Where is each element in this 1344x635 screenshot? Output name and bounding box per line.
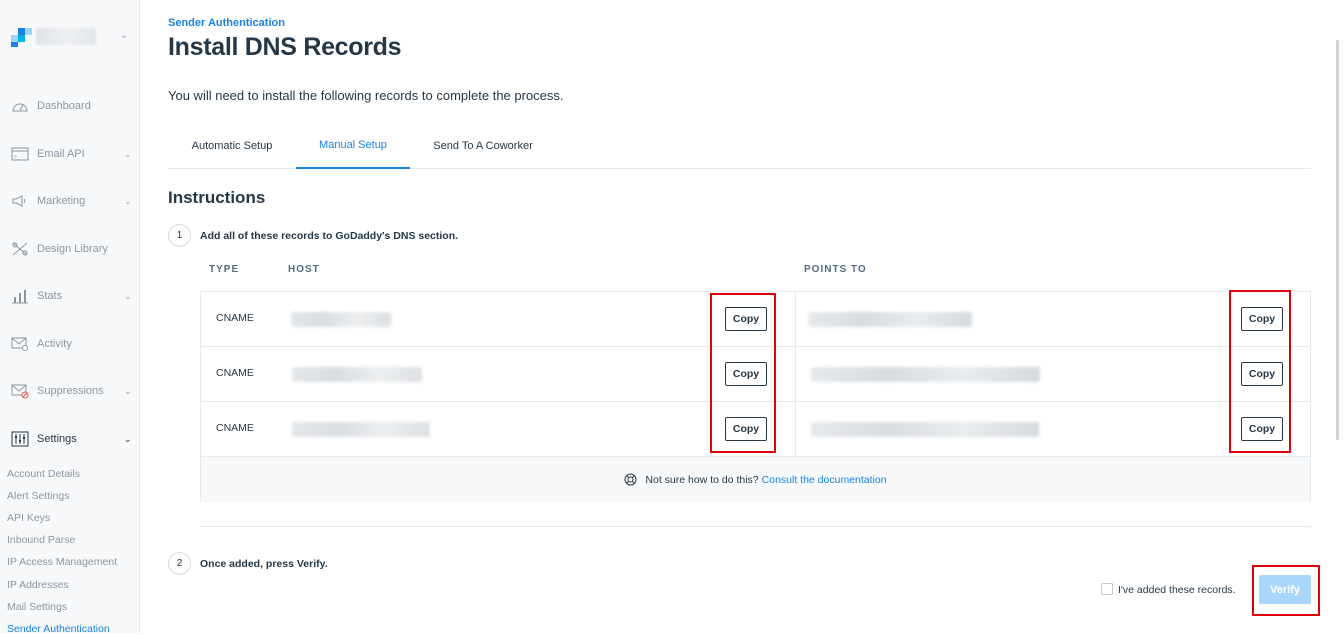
tab-manual-setup[interactable]: Manual Setup <box>296 123 410 169</box>
scrollbar[interactable] <box>1336 40 1339 440</box>
sub-mail-settings[interactable]: Mail Settings <box>7 601 67 613</box>
help-row: Not sure how to do this? Consult the doc… <box>201 457 1310 502</box>
tab-send-to-coworker[interactable]: Send To A Coworker <box>410 123 556 169</box>
points-to-value-redacted <box>808 312 972 327</box>
chevron-down-icon: ⌄ <box>124 148 132 159</box>
section-divider <box>200 526 1311 527</box>
help-text: Not sure how to do this? <box>645 473 759 486</box>
points-to-value-redacted <box>811 422 1039 437</box>
host-value-redacted <box>291 312 391 327</box>
host-value-redacted <box>292 367 422 382</box>
nav-activity-label: Activity <box>37 338 72 350</box>
chevron-down-icon: ⌄ <box>124 433 132 444</box>
column-divider <box>795 402 796 456</box>
nav-settings[interactable]: Settings ⌄ <box>0 424 140 454</box>
design-tools-icon <box>12 242 28 256</box>
step-number: 1 <box>168 224 191 247</box>
sub-alert-settings[interactable]: Alert Settings <box>7 490 69 502</box>
record-type: CNAME <box>216 367 254 379</box>
nav-suppressions-label: Suppressions <box>37 385 104 397</box>
nav-stats[interactable]: Stats ⌄ <box>0 281 140 311</box>
annotation-box <box>710 293 776 453</box>
account-name-redacted[interactable] <box>36 28 96 45</box>
records-added-label[interactable]: I've added these records. <box>1118 584 1236 596</box>
sub-api-keys[interactable]: API Keys <box>7 512 50 524</box>
tab-automatic-setup[interactable]: Automatic Setup <box>168 123 296 169</box>
step-text: Once added, press Verify. <box>200 558 328 570</box>
megaphone-icon <box>12 195 26 207</box>
column-header-host: HOST <box>288 264 320 275</box>
nav-dashboard-label: Dashboard <box>37 100 91 112</box>
svg-text:>_: >_ <box>14 154 21 160</box>
column-divider <box>795 292 796 346</box>
setup-tabs: Automatic Setup Manual Setup Send To A C… <box>168 123 1311 169</box>
nav-activity[interactable]: Activity <box>0 329 140 359</box>
documentation-link[interactable]: Consult the documentation <box>762 474 887 486</box>
chevron-down-icon: ⌄ <box>124 290 132 301</box>
sub-account-details[interactable]: Account Details <box>7 468 80 480</box>
mail-block-icon <box>11 384 29 399</box>
intro-text: You will need to install the following r… <box>168 88 564 103</box>
chevron-down-icon: ⌄ <box>124 195 132 206</box>
step-number: 2 <box>168 552 191 575</box>
account-chevron-icon[interactable]: ⌄ <box>120 30 128 41</box>
sub-ip-access-management[interactable]: IP Access Management <box>7 556 117 568</box>
sliders-icon <box>11 431 29 447</box>
step-text: Add all of these records to GoDaddy's DN… <box>200 230 459 242</box>
sidebar: ⌄ Dashboard >_ Email API ⌄ Marketing ⌄ D… <box>0 0 140 635</box>
sub-sender-authentication[interactable]: Sender Authentication <box>7 623 110 635</box>
nav-marketing-label: Marketing <box>37 195 86 207</box>
gauge-icon <box>12 103 28 112</box>
bar-chart-icon <box>12 290 28 304</box>
record-type: CNAME <box>216 422 254 434</box>
nav-email-api-label: Email API <box>37 148 85 160</box>
breadcrumb[interactable]: Sender Authentication <box>168 17 285 29</box>
code-window-icon: >_ <box>11 147 29 161</box>
nav-email-api[interactable]: >_ Email API ⌄ <box>0 139 140 169</box>
annotation-box <box>1229 290 1291 453</box>
chevron-down-icon: ⌄ <box>124 385 132 396</box>
mail-search-icon <box>11 337 28 351</box>
lifebuoy-icon <box>624 473 637 486</box>
nav-marketing[interactable]: Marketing ⌄ <box>0 186 140 216</box>
nav-design-library-label: Design Library <box>37 243 108 255</box>
nav-settings-label: Settings <box>37 433 77 445</box>
page-title: Install DNS Records <box>168 33 402 61</box>
record-type: CNAME <box>216 312 254 324</box>
instructions-heading: Instructions <box>168 188 266 207</box>
column-header-points-to: POINTS TO <box>804 264 867 275</box>
host-value-redacted <box>292 422 430 437</box>
column-header-type: TYPE <box>209 264 240 275</box>
nav-dashboard[interactable]: Dashboard <box>0 91 140 121</box>
nav-suppressions[interactable]: Suppressions ⌄ <box>0 376 140 406</box>
sub-inbound-parse[interactable]: Inbound Parse <box>7 534 75 546</box>
sendgrid-logo[interactable] <box>11 28 32 48</box>
nav-stats-label: Stats <box>37 290 63 302</box>
records-added-checkbox[interactable] <box>1101 583 1113 595</box>
points-to-value-redacted <box>811 367 1040 382</box>
annotation-box <box>1252 565 1320 616</box>
nav-design-library[interactable]: Design Library <box>0 234 140 264</box>
sub-ip-addresses[interactable]: IP Addresses <box>7 579 69 591</box>
column-divider <box>795 347 796 401</box>
